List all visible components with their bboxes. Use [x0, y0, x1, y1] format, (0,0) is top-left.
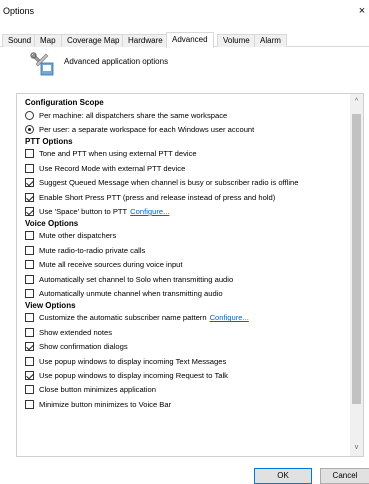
- minimize-to-voice-bar-checkbox[interactable]: [25, 399, 34, 409]
- checkbox-row[interactable]: Use Record Mode with external PTT device: [25, 161, 349, 175]
- checkbox-label: Use popup windows to display incoming Re…: [39, 370, 228, 380]
- close-icon[interactable]: ×: [355, 2, 369, 20]
- tab-alarm[interactable]: Alarm: [254, 34, 287, 47]
- auto-unmute-checkbox[interactable]: [25, 288, 34, 298]
- tab-volume[interactable]: Volume: [217, 34, 256, 47]
- close-minimizes-checkbox[interactable]: [25, 385, 34, 395]
- section-view-options: View Options: [25, 300, 76, 310]
- checkbox-row[interactable]: Mute radio-to-radio private calls: [25, 243, 349, 257]
- options-panel: Configuration Scope Per machine: all dis…: [16, 93, 364, 457]
- checkbox-label: Use Record Mode with external PTT device: [39, 163, 186, 173]
- tab-map[interactable]: Map: [34, 34, 62, 47]
- checkbox-row[interactable]: Minimize button minimizes to Voice Bar: [25, 397, 349, 411]
- short-press-ptt-checkbox[interactable]: [25, 192, 34, 202]
- mute-dispatchers-checkbox[interactable]: [25, 231, 34, 241]
- checkbox-row[interactable]: Customize the automatic subscriber name …: [25, 311, 349, 325]
- mute-private-calls-checkbox[interactable]: [25, 245, 34, 255]
- checkbox-label: Tone and PTT when using external PTT dev…: [39, 149, 197, 159]
- section-ptt-options: PTT Options: [25, 136, 73, 146]
- record-mode-checkbox[interactable]: [25, 163, 34, 173]
- vertical-scrollbar[interactable]: ^ v: [350, 94, 363, 456]
- checkbox-label: Minimize button minimizes to Voice Bar: [39, 399, 172, 409]
- radio-per-user-row[interactable]: Per user: a separate workspace for each …: [25, 122, 349, 136]
- checkbox-label: Use 'Space' button to PTT: [39, 207, 128, 217]
- checkbox-row[interactable]: Show confirmation dialogs: [25, 339, 349, 353]
- checkbox-label: Show confirmation dialogs: [39, 342, 128, 352]
- tab-hardware[interactable]: Hardware: [122, 34, 169, 47]
- radio-per-user[interactable]: [25, 125, 34, 135]
- checkbox-label: Customize the automatic subscriber name …: [39, 313, 207, 323]
- checkbox-label: Automatically set channel to Solo when t…: [39, 274, 234, 284]
- checkbox-row[interactable]: Enable Short Press PTT (press and releas…: [25, 190, 349, 204]
- checkbox-row[interactable]: Mute other dispatchers: [25, 229, 349, 243]
- checkbox-label: Show extended notes: [39, 327, 113, 337]
- configure-name-pattern-link[interactable]: Configure...: [210, 313, 249, 322]
- tools-settings-icon: [30, 52, 54, 76]
- auto-solo-checkbox[interactable]: [25, 274, 34, 284]
- cancel-button[interactable]: Cancel: [320, 468, 369, 484]
- tone-ptt-checkbox[interactable]: [25, 149, 34, 159]
- header-description: Advanced application options: [64, 57, 169, 66]
- checkbox-label: Mute all receive sources during voice in…: [39, 260, 183, 270]
- checkbox-row[interactable]: Use popup windows to display incoming Te…: [25, 354, 349, 368]
- title-bar: Options ×: [0, 0, 369, 24]
- checkbox-label: Suggest Queued Message when channel is b…: [39, 178, 299, 188]
- tab-sound[interactable]: Sound: [2, 34, 38, 47]
- section-configuration-scope: Configuration Scope: [25, 98, 104, 107]
- options-list: Configuration Scope Per machine: all dis…: [25, 98, 349, 411]
- tab-coverage-map[interactable]: Coverage Map: [61, 34, 126, 47]
- checkbox-label: Use popup windows to display incoming Te…: [39, 356, 227, 366]
- customize-name-pattern-checkbox[interactable]: [25, 313, 34, 323]
- mute-receive-sources-checkbox[interactable]: [25, 260, 34, 270]
- checkbox-row[interactable]: Automatically unmute channel when transm…: [25, 286, 349, 300]
- radio-label: Per user: a separate workspace for each …: [39, 125, 255, 135]
- popup-request-to-talk-checkbox[interactable]: [25, 370, 34, 380]
- checkbox-label: Enable Short Press PTT (press and releas…: [39, 192, 276, 202]
- configure-space-link[interactable]: Configure...: [130, 207, 169, 216]
- checkbox-label: Automatically unmute channel when transm…: [39, 288, 223, 298]
- suggest-queued-checkbox[interactable]: [25, 178, 34, 188]
- checkbox-row[interactable]: Suggest Queued Message when channel is b…: [25, 176, 349, 190]
- window-title: Options: [3, 6, 35, 16]
- ok-button[interactable]: OK: [254, 468, 312, 484]
- space-ptt-checkbox[interactable]: [25, 207, 34, 217]
- tab-advanced[interactable]: Advanced: [166, 32, 214, 48]
- popup-text-messages-checkbox[interactable]: [25, 356, 34, 366]
- radio-per-machine-row[interactable]: Per machine: all dispatchers share the s…: [25, 108, 349, 122]
- checkbox-row[interactable]: Mute all receive sources during voice in…: [25, 258, 349, 272]
- extended-notes-checkbox[interactable]: [25, 327, 34, 337]
- checkbox-label: Mute radio-to-radio private calls: [39, 245, 146, 255]
- checkbox-row[interactable]: Tone and PTT when using external PTT dev…: [25, 147, 349, 161]
- scroll-down-icon[interactable]: v: [350, 442, 363, 454]
- checkbox-row[interactable]: Use popup windows to display incoming Re…: [25, 368, 349, 382]
- confirmation-dialogs-checkbox[interactable]: [25, 342, 34, 352]
- checkbox-row[interactable]: Use 'Space' button to PTT Configure...: [25, 204, 349, 218]
- tab-strip: Sound Map Coverage Map Hardware Advanced…: [0, 32, 369, 48]
- section-voice-options: Voice Options: [25, 218, 79, 228]
- scroll-up-icon[interactable]: ^: [350, 96, 363, 108]
- radio-label: Per machine: all dispatchers share the s…: [39, 110, 228, 120]
- scroll-thumb[interactable]: [352, 114, 361, 404]
- checkbox-row[interactable]: Show extended notes: [25, 325, 349, 339]
- checkbox-label: Close button minimizes application: [39, 385, 156, 395]
- radio-per-machine[interactable]: [25, 110, 34, 120]
- checkbox-row[interactable]: Automatically set channel to Solo when t…: [25, 272, 349, 286]
- checkbox-row[interactable]: Close button minimizes application: [25, 383, 349, 397]
- checkbox-label: Mute other dispatchers: [39, 231, 117, 241]
